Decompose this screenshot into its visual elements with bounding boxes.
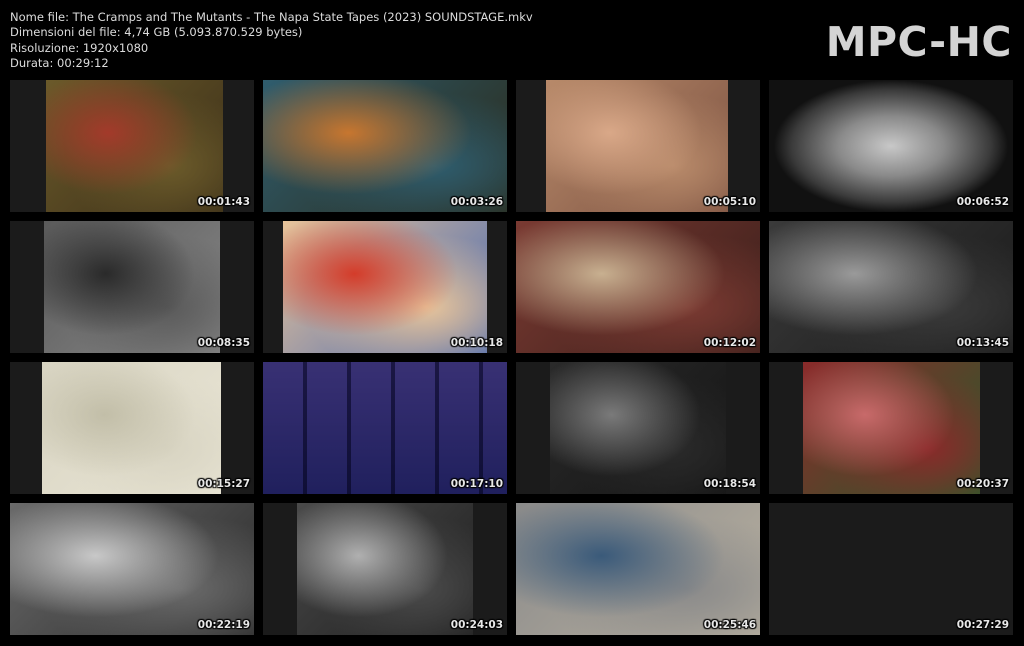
thumbnail[interactable]: 00:15:27 (10, 362, 254, 494)
video-frame (10, 503, 254, 635)
thumbnail[interactable]: 00:10:18 (263, 221, 507, 353)
video-frame (263, 80, 507, 212)
timestamp-label: 00:13:45 (956, 337, 1009, 349)
video-frame (44, 221, 220, 353)
video-frame (516, 503, 760, 635)
thumbnail[interactable]: 00:06:52 (769, 80, 1013, 212)
thumbnail[interactable]: 00:24:03 (263, 503, 507, 635)
video-frame (769, 221, 1013, 353)
timestamp-label: 00:12:02 (703, 337, 756, 349)
timestamp-label: 00:10:18 (450, 337, 503, 349)
timestamp-label: 00:20:37 (956, 478, 1009, 490)
thumbnail[interactable]: 00:20:37 (769, 362, 1013, 494)
timestamp-label: 00:25:46 (703, 619, 756, 631)
timestamp-label: 00:05:10 (703, 196, 756, 208)
video-frame (46, 80, 223, 212)
video-frame (516, 221, 760, 353)
timestamp-label: 00:03:26 (450, 196, 503, 208)
timestamp-label: 00:08:35 (197, 337, 250, 349)
timestamp-label: 00:24:03 (450, 619, 503, 631)
thumbnail[interactable]: 00:08:35 (10, 221, 254, 353)
thumbnail[interactable]: 00:17:10 (263, 362, 507, 494)
timestamp-label: 00:27:29 (956, 619, 1009, 631)
video-frame (263, 362, 507, 494)
thumbnail[interactable]: 00:01:43 (10, 80, 254, 212)
video-frame (550, 362, 726, 494)
video-frame (803, 362, 980, 494)
timestamp-label: 00:06:52 (956, 196, 1009, 208)
thumbnail[interactable]: 00:27:29 (769, 503, 1013, 635)
video-frame (283, 221, 487, 353)
timestamp-label: 00:15:27 (197, 478, 250, 490)
thumbnail[interactable]: 00:18:54 (516, 362, 760, 494)
thumbnail-grid: 00:01:43 00:03:26 00:05:10 00:06:52 00:08:35… (0, 0, 1024, 646)
video-frame (42, 362, 221, 494)
video-frame (769, 80, 1013, 212)
video-frame (546, 80, 728, 212)
timestamp-label: 00:22:19 (197, 619, 250, 631)
thumbnail[interactable]: 00:03:26 (263, 80, 507, 212)
thumbnail[interactable]: 00:12:02 (516, 221, 760, 353)
timestamp-label: 00:17:10 (450, 478, 503, 490)
thumbnail[interactable]: 00:22:19 (10, 503, 254, 635)
timestamp-label: 00:01:43 (197, 196, 250, 208)
timestamp-label: 00:18:54 (703, 478, 756, 490)
thumbnail[interactable]: 00:13:45 (769, 221, 1013, 353)
video-frame (297, 503, 473, 635)
thumbnail[interactable]: 00:05:10 (516, 80, 760, 212)
thumbnail[interactable]: 00:25:46 (516, 503, 760, 635)
